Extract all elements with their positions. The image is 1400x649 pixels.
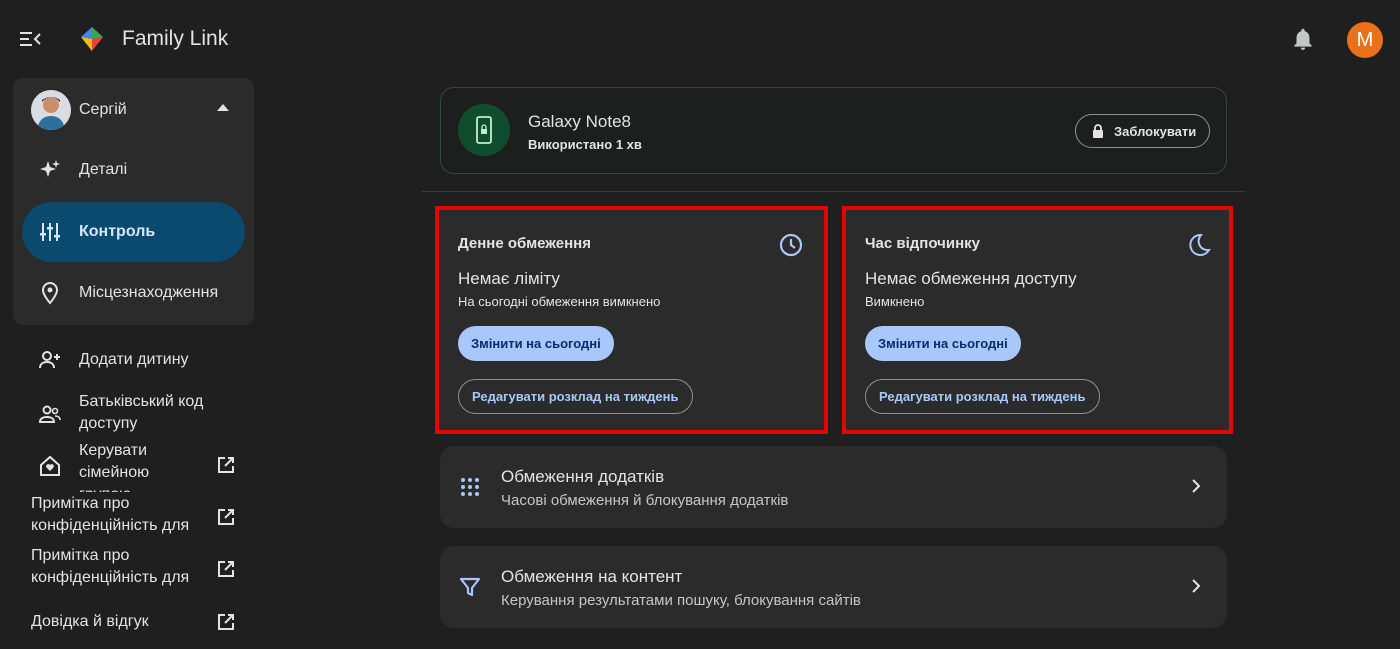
content-restrictions-title: Обмеження на контент <box>501 567 683 586</box>
parent-access-code-link[interactable]: Батьківський код доступу <box>0 390 254 436</box>
top-bar: Family Link M <box>0 0 1400 78</box>
daily-limit-title: Денне обмеження <box>458 235 591 252</box>
open-in-new-icon <box>216 507 236 527</box>
open-in-new-icon <box>216 559 236 579</box>
tune-sliders-icon <box>38 220 62 244</box>
app-title: Family Link <box>122 27 229 50</box>
location-pin-icon <box>38 281 62 305</box>
app-limits-subtitle: Часові обмеження й блокування додатків <box>501 492 789 509</box>
nav-item-details[interactable]: Деталі <box>22 140 245 200</box>
daily-limit-subtext: На сьогодні обмеження вимкнено <box>458 294 661 309</box>
daily-limit-card: Денне обмеження Немає ліміту На сьогодні… <box>435 206 828 434</box>
change-today-button[interactable]: Змінити на сьогодні <box>458 326 614 361</box>
section-divider <box>422 191 1245 192</box>
help-feedback-label: Довідка й відгук <box>31 613 149 630</box>
device-card: Galaxy Note8 Використано 1 хв Заблокуват… <box>440 87 1227 174</box>
nav-item-controls[interactable]: Контроль <box>22 202 245 262</box>
change-today-button[interactable]: Змінити на сьогодні <box>865 326 1021 361</box>
phone-lock-icon <box>458 104 510 156</box>
family-link-logo-icon <box>78 25 106 53</box>
child-nav-card: Сергій Деталі Контроль Місцезнаходження <box>13 78 254 325</box>
chevron-right-icon <box>1187 577 1205 595</box>
collapse-caret-icon[interactable] <box>217 104 229 111</box>
filter-funnel-icon <box>459 576 481 598</box>
account-avatar[interactable]: M <box>1347 22 1383 58</box>
parents-privacy-notice-label: Примітка про конфіденційність для батькі… <box>31 495 190 540</box>
lock-icon <box>1090 123 1106 139</box>
downtime-subtext: Вимкнено <box>865 294 925 309</box>
downtime-card: Час відпочинку Немає обмеження доступу В… <box>842 206 1233 434</box>
app-limits-row[interactable]: Обмеження додатків Часові обмеження й бл… <box>440 446 1227 528</box>
kids-privacy-notice-label: Примітка про конфіденційність для дітей <box>31 547 190 592</box>
notifications-bell-icon[interactable] <box>1290 26 1316 52</box>
supervisor-account-icon <box>38 402 62 426</box>
nav-item-label: Деталі <box>79 161 128 178</box>
nav-item-label: Контроль <box>79 223 156 240</box>
child-selector[interactable]: Сергій <box>31 90 241 130</box>
add-child-label: Додати дитину <box>79 351 189 368</box>
lock-device-button[interactable]: Заблокувати <box>1075 114 1210 148</box>
clock-icon <box>778 232 804 258</box>
downtime-title: Час відпочинку <box>865 235 980 252</box>
parent-access-code-label: Батьківський код доступу <box>79 393 204 432</box>
manage-family-group-label: Керувати сімейною групою <box>79 442 150 492</box>
child-name: Сергій <box>79 101 127 118</box>
open-in-new-icon <box>216 455 236 475</box>
nav-item-location[interactable]: Місцезнаходження <box>22 263 245 323</box>
downtime-status: Немає обмеження доступу <box>865 269 1077 288</box>
family-home-icon <box>38 454 62 478</box>
device-name: Galaxy Note8 <box>528 112 631 131</box>
kids-privacy-notice-link[interactable]: Примітка про конфіденційність для дітей <box>0 545 254 592</box>
chevron-right-icon <box>1187 477 1205 495</box>
lock-device-label: Заблокувати <box>1114 124 1197 139</box>
edit-weekly-schedule-button[interactable]: Редагувати розклад на тиждень <box>865 379 1100 414</box>
parents-privacy-notice-link[interactable]: Примітка про конфіденційність для батькі… <box>0 493 254 540</box>
add-child-link[interactable]: Додати дитину <box>0 340 254 380</box>
app-limits-title: Обмеження додатків <box>501 467 665 486</box>
sparkle-icon <box>38 158 62 182</box>
help-feedback-link[interactable]: Довідка й відгук <box>0 608 254 638</box>
nav-item-label: Місцезнаходження <box>79 284 219 301</box>
edit-weekly-schedule-button[interactable]: Редагувати розклад на тиждень <box>458 379 693 414</box>
manage-family-group-link[interactable]: Керувати сімейною групою <box>0 440 254 492</box>
content-restrictions-row[interactable]: Обмеження на контент Керування результат… <box>440 546 1227 628</box>
apps-grid-icon <box>459 476 481 498</box>
menu-collapse-icon[interactable] <box>18 28 42 50</box>
open-in-new-icon <box>216 612 236 632</box>
device-usage-text: Використано 1 хв <box>528 137 642 152</box>
daily-limit-status: Немає ліміту <box>458 269 560 288</box>
person-add-icon <box>38 348 62 372</box>
content-restrictions-subtitle: Керування результатами пошуку, блокуванн… <box>501 592 861 609</box>
moon-icon <box>1185 232 1211 258</box>
child-avatar <box>31 90 71 130</box>
